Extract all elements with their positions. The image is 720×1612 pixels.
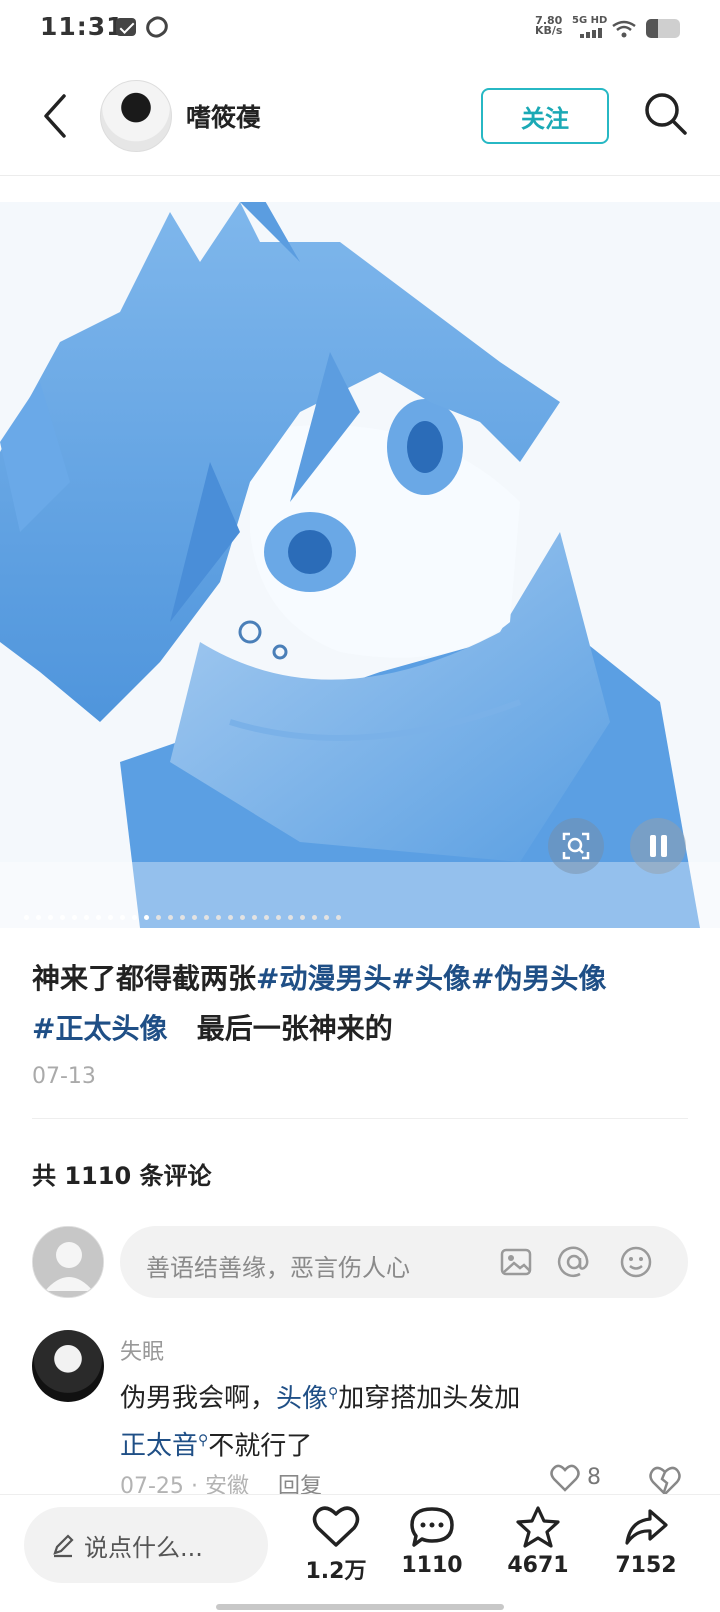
anime-boy-illustration (0, 202, 720, 928)
share-count: 7152 (615, 1553, 677, 1578)
pager-dot (192, 914, 197, 920)
heart-icon (312, 1506, 360, 1547)
wifi-icon (612, 20, 636, 38)
network-type: 5G HD (572, 15, 608, 26)
comment-input-placeholder: 善语结善缘，恶言伤人心 (146, 1254, 410, 1282)
pager-dot (312, 914, 317, 920)
battery-icon (646, 19, 680, 38)
pager-dot (96, 914, 101, 920)
back-icon[interactable] (34, 88, 78, 144)
pager-dot (276, 914, 281, 920)
like-button[interactable]: 1.2万 (296, 1505, 376, 1585)
pager-dot (156, 914, 161, 920)
comment-text-part: 加穿搭加头发加 (338, 1383, 521, 1414)
favorite-count: 4671 (507, 1553, 569, 1578)
pager-dot (324, 914, 329, 920)
message-icon (116, 18, 136, 36)
signal-icon (580, 28, 604, 38)
broken-heart-icon[interactable] (648, 1464, 682, 1496)
post-image[interactable] (0, 202, 720, 928)
net-speed: 7.80 KB/s (535, 14, 563, 37)
pencil-icon (53, 1534, 74, 1558)
pager-dot (252, 914, 257, 920)
search-icon: ⚲ (328, 1385, 339, 1401)
bottom-action-bar: 说点什么... 1.2万 1110 4671 7152 (0, 1494, 720, 1612)
search-keyword-link[interactable]: 头像⚲ (276, 1384, 338, 1414)
pager-dot (60, 914, 65, 920)
pager-dot (168, 914, 173, 920)
pager-dot (216, 914, 221, 920)
share-button[interactable]: 7152 (606, 1505, 686, 1578)
heart-icon (550, 1464, 580, 1492)
caption-tail: 最后一张神来的 (196, 1012, 393, 1045)
my-avatar (32, 1226, 104, 1298)
link-icon (142, 12, 172, 42)
divider (32, 1118, 688, 1119)
comment-text-part: 不就行了 (208, 1431, 313, 1462)
comment-like-button[interactable]: 8 (550, 1464, 601, 1492)
favorite-button[interactable]: 4671 (498, 1505, 578, 1578)
pager-dot (240, 914, 245, 920)
comment-count-bottom: 1110 (401, 1553, 463, 1578)
pager-dot (24, 914, 29, 920)
image-search-lens-icon[interactable] (548, 818, 604, 874)
comment-like-count: 8 (587, 1465, 601, 1490)
pager-dot (180, 914, 185, 920)
hashtag-link[interactable]: #动漫男头 (256, 962, 391, 995)
pager-dot (264, 914, 269, 920)
status-time: 11:31 (40, 12, 125, 41)
search-icon: ⚲ (198, 1432, 209, 1449)
pager-dot (144, 914, 149, 920)
home-indicator[interactable] (216, 1604, 504, 1610)
post-header: 嗜筱葠 关注 (0, 58, 720, 176)
star-icon (516, 1506, 560, 1548)
pager-dot (84, 914, 89, 920)
status-bar: 11:31 7.80 KB/s 5G HD (0, 0, 720, 58)
say-something-placeholder: 说点什么... (84, 1533, 203, 1562)
hashtag-link[interactable]: #头像 (391, 962, 470, 995)
pause-slideshow-button[interactable] (630, 818, 686, 874)
post-date: 07-13 (32, 1064, 96, 1089)
pager-dot (204, 914, 209, 920)
image-icon[interactable] (498, 1244, 534, 1280)
comment-bubble-icon (410, 1507, 454, 1547)
commenter-name[interactable]: 失眠 (120, 1334, 164, 1366)
say-something-input[interactable]: 说点什么... (24, 1507, 268, 1583)
pager-dot (336, 914, 341, 920)
pager-dot (300, 914, 305, 920)
search-keyword-link[interactable]: 正太音⚲ (120, 1431, 208, 1461)
author-avatar[interactable] (100, 80, 172, 152)
author-name[interactable]: 嗜筱葠 (186, 98, 261, 134)
pager-dot (36, 914, 41, 920)
pager-dot (288, 914, 293, 920)
pager-dot (72, 914, 77, 920)
mention-icon[interactable] (556, 1244, 592, 1280)
pager-dot (48, 914, 53, 920)
emoji-icon[interactable] (618, 1244, 654, 1280)
comment-text-part: 伪男我会啊， (120, 1383, 277, 1414)
pager-dot (228, 914, 233, 920)
comment-text: 伪男我会啊，头像⚲加穿搭加头发加正太音⚲不就行了 (120, 1372, 640, 1467)
comments-button[interactable]: 1110 (392, 1505, 472, 1578)
follow-button[interactable]: 关注 (481, 88, 609, 144)
pager-dot (120, 914, 125, 920)
comment-input[interactable]: 善语结善缘，恶言伤人心 (120, 1226, 688, 1298)
hashtag-link[interactable]: #正太头像 (32, 1012, 167, 1045)
pager-dot (132, 914, 137, 920)
commenter-avatar[interactable] (32, 1330, 104, 1402)
share-icon (625, 1509, 668, 1545)
caption-text: 神来了都得截两张 (32, 962, 257, 995)
pager-dot (108, 914, 113, 920)
hashtag-link[interactable]: #伪男头像 (471, 962, 606, 995)
image-pager-dots (0, 906, 720, 928)
like-count: 1.2万 (305, 1559, 367, 1584)
post-caption: 神来了都得截两张#动漫男头#头像#伪男头像 #正太头像 最后一张神来的 (32, 954, 692, 1054)
comment-count: 共 1110 条评论 (32, 1162, 212, 1190)
search-icon[interactable] (640, 88, 692, 140)
